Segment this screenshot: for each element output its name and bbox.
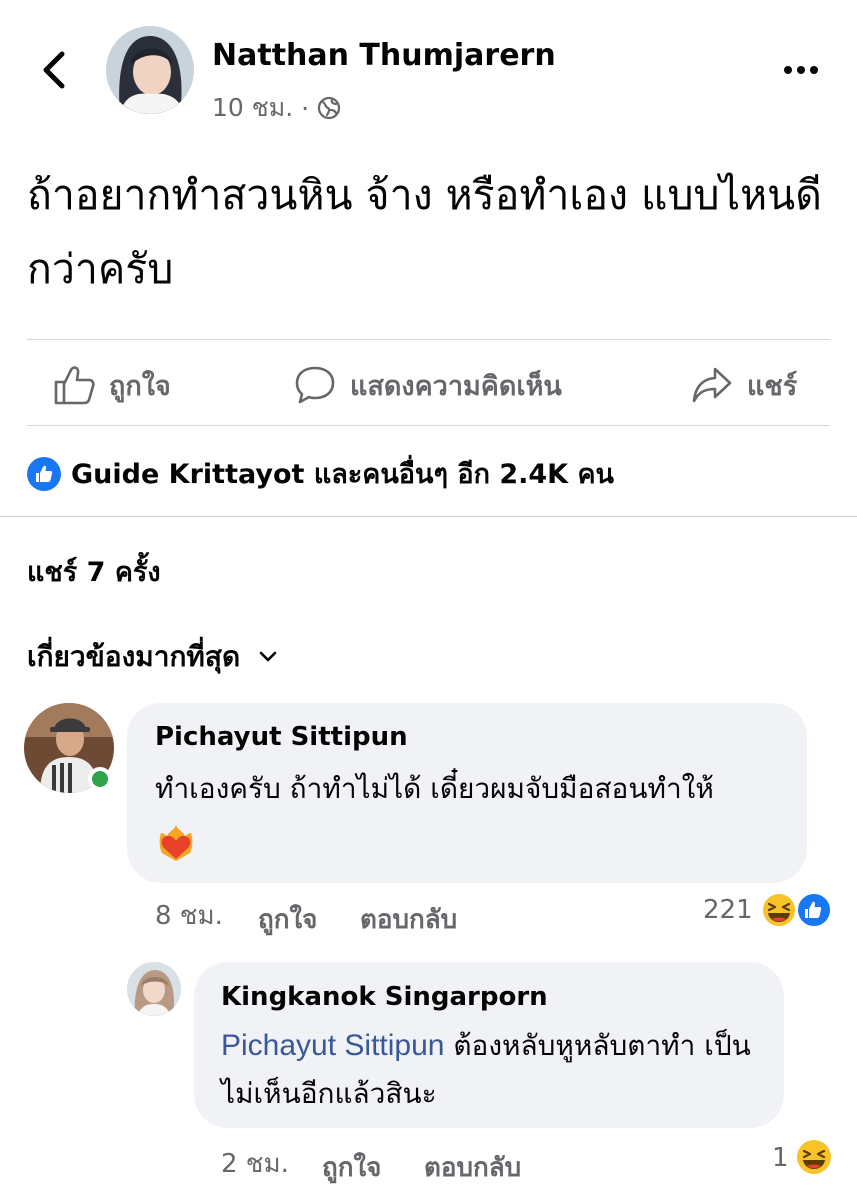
share-arrow-icon bbox=[692, 367, 732, 403]
commenter-name[interactable]: Pichayut Sittipun bbox=[155, 722, 408, 752]
divider bbox=[27, 425, 830, 426]
likes-summary-text: Guide Krittayot และคนอื่นๆ อีก 2.4K คน bbox=[71, 459, 615, 490]
like-label: ถูกใจ bbox=[109, 370, 171, 402]
globe-icon bbox=[318, 96, 341, 120]
share-button[interactable]: แชร์ bbox=[691, 360, 797, 410]
commenter-name[interactable]: Kingkanok Singarporn bbox=[221, 982, 548, 1012]
haha-reaction-icon[interactable] bbox=[795, 1138, 833, 1176]
post-meta: 10 ชม. · bbox=[212, 88, 341, 128]
like-reaction-icon bbox=[27, 456, 61, 491]
heart-on-fire-emoji bbox=[157, 823, 195, 863]
comment-button[interactable]: แสดงความคิดเห็น bbox=[294, 360, 562, 410]
comment-timestamp[interactable]: 8 ชม. bbox=[155, 895, 223, 936]
post-author-name[interactable]: Natthan Thumjarern bbox=[212, 38, 556, 73]
reaction-count[interactable]: 1 bbox=[772, 1143, 789, 1173]
commenter-avatar[interactable] bbox=[127, 962, 181, 1016]
mention-link[interactable]: Pichayut Sittipun bbox=[221, 1029, 444, 1062]
more-options-button[interactable] bbox=[776, 55, 826, 85]
like-button[interactable]: ถูกใจ bbox=[53, 360, 171, 410]
chevron-down-icon bbox=[259, 651, 277, 662]
post-timestamp[interactable]: 10 ชม. bbox=[212, 88, 293, 128]
comment-reply-button[interactable]: ตอบกลับ bbox=[424, 1147, 521, 1188]
reaction-count[interactable]: 221 bbox=[703, 895, 753, 925]
reaction-icons[interactable] bbox=[760, 891, 832, 929]
likes-summary[interactable]: Guide Krittayot และคนอื่นๆ อีก 2.4K คน bbox=[27, 452, 614, 495]
meta-separator: · bbox=[301, 93, 310, 123]
author-avatar[interactable] bbox=[106, 26, 194, 114]
comment-reply-button[interactable]: ตอบกลับ bbox=[360, 899, 457, 940]
online-status-indicator bbox=[88, 767, 112, 791]
comment-sort-dropdown[interactable]: เกี่ยวข้องมากที่สุด bbox=[27, 635, 278, 679]
comment-text: Pichayut Sittipun ต้องหลับหูหลับตาทำ เป็… bbox=[221, 1022, 771, 1118]
share-label: แชร์ bbox=[747, 370, 798, 402]
comment-timestamp[interactable]: 2 ชม. bbox=[221, 1143, 289, 1184]
comment-like-button[interactable]: ถูกใจ bbox=[322, 1147, 381, 1188]
post-text: ถ้าอยากทำสวนหิน จ้าง หรือทำเอง แบบไหนดีก… bbox=[27, 171, 822, 293]
dot-icon bbox=[784, 66, 792, 74]
thumbs-up-icon bbox=[54, 366, 95, 405]
dot-icon bbox=[797, 66, 805, 74]
shares-count[interactable]: แชร์ 7 ครั้ง bbox=[27, 550, 161, 593]
comment-like-button[interactable]: ถูกใจ bbox=[258, 899, 317, 940]
comment-bubble-icon bbox=[295, 366, 335, 404]
dot-icon bbox=[810, 66, 818, 74]
divider bbox=[27, 339, 830, 340]
back-button[interactable] bbox=[30, 44, 76, 96]
comment-text: ทำเองครับ ถ้าทำไม่ได้ เดี๋ยวผมจับมือสอนท… bbox=[155, 772, 714, 805]
divider bbox=[0, 516, 857, 517]
sort-label: เกี่ยวข้องมากที่สุด bbox=[27, 640, 241, 673]
comment-label: แสดงความคิดเห็น bbox=[350, 370, 562, 402]
chevron-left-icon bbox=[43, 51, 65, 89]
